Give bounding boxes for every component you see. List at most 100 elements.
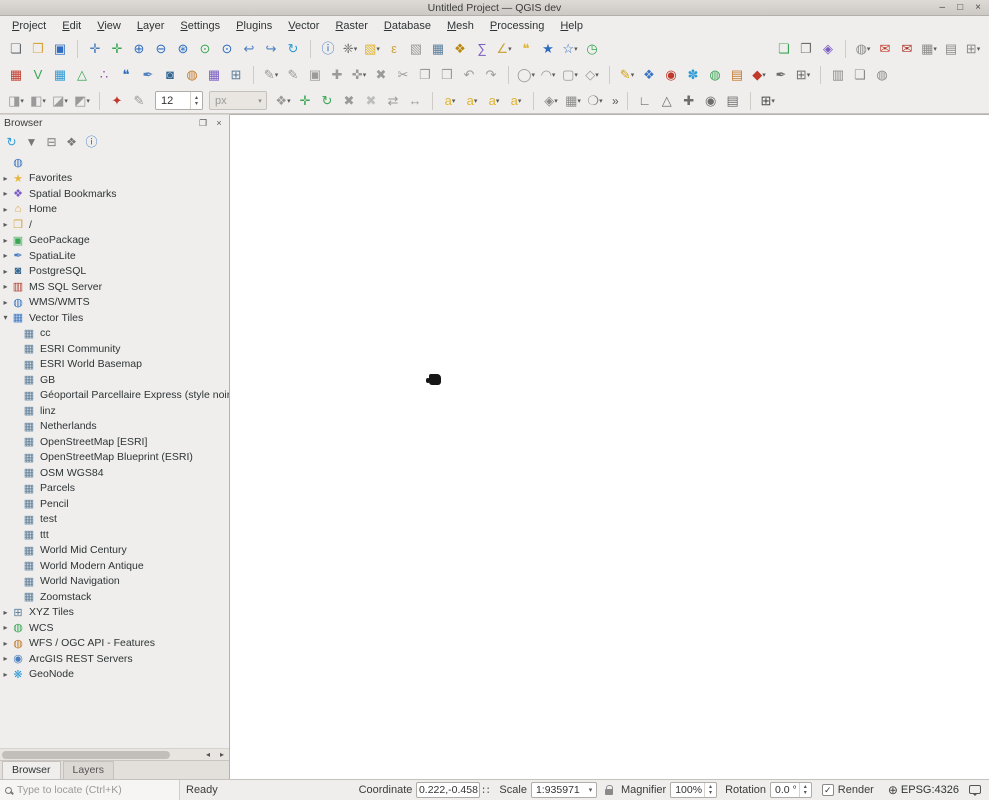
- pin-tool-dropdown-icon[interactable]: ▾: [762, 71, 766, 79]
- zoom-to-selection-button[interactable]: ⊙: [194, 38, 216, 60]
- tree-item-parcels[interactable]: ▦Parcels: [0, 481, 229, 497]
- show-bookmarks-dropdown-icon[interactable]: ▾: [574, 45, 578, 53]
- tree-item-arcgis-rest-servers[interactable]: ▸◉ArcGIS REST Servers: [0, 651, 229, 667]
- expand-arrow-icon[interactable]: ▸: [0, 220, 11, 229]
- forms-tool-button[interactable]: ▤: [726, 64, 748, 86]
- zoom-to-layer-button[interactable]: ⊙: [216, 38, 238, 60]
- tree-item-world-navigation[interactable]: ▦World Navigation: [0, 574, 229, 590]
- menu-processing[interactable]: Processing: [482, 17, 552, 35]
- scrollbar-thumb[interactable]: [2, 751, 170, 759]
- menu-plugins[interactable]: Plugins: [228, 17, 280, 35]
- move-label-button[interactable]: ✛: [294, 90, 316, 112]
- tab-browser[interactable]: Browser: [2, 761, 61, 779]
- copy-style-button[interactable]: ◪▾: [49, 90, 71, 112]
- vertex-tool-dropdown-icon[interactable]: ▾: [363, 71, 367, 79]
- plugin-grid-button[interactable]: ▦▾: [918, 38, 940, 60]
- label-show-hide-dropdown-icon[interactable]: ▾: [474, 97, 478, 105]
- expand-arrow-icon[interactable]: ▾: [0, 313, 11, 322]
- tree-item-g-oportail-parcellaire-express-style-noir[interactable]: ▦Géoportail Parcellaire Express (style n…: [0, 388, 229, 404]
- font-size-spin-arrows[interactable]: ▴▾: [190, 92, 202, 109]
- attributes-grid-button[interactable]: ▦▾: [562, 90, 584, 112]
- deselect-all-button[interactable]: ▧: [405, 38, 427, 60]
- tree-item-spatial-bookmarks[interactable]: ▸❖Spatial Bookmarks: [0, 186, 229, 202]
- label-pin-dropdown-icon[interactable]: ▾: [452, 97, 456, 105]
- layout-manager-button[interactable]: ❐: [795, 38, 817, 60]
- toolbar-overflow-button[interactable]: »: [608, 94, 623, 108]
- attributes-grid-dropdown-icon[interactable]: ▾: [577, 97, 581, 105]
- paste-features-button[interactable]: ❒: [436, 64, 458, 86]
- magnifier-spin[interactable]: 100% ▴▾: [670, 782, 717, 798]
- digitize-curve-button[interactable]: ◠▾: [537, 64, 559, 86]
- tree-item-geonode[interactable]: ▸❋GeoNode: [0, 667, 229, 683]
- pin-tool-button[interactable]: ◆▾: [748, 64, 770, 86]
- map-theme-dropdown-icon[interactable]: ▾: [771, 97, 775, 105]
- float-panel-button[interactable]: ❐: [197, 118, 209, 129]
- cut-features-button[interactable]: ✂: [392, 64, 414, 86]
- add-feature-button[interactable]: ✚: [326, 64, 348, 86]
- expand-arrow-icon[interactable]: ▸: [0, 654, 11, 663]
- tree-item-wms-wmts[interactable]: ▸◍WMS/WMTS: [0, 295, 229, 311]
- add-vector-tile-layer-button[interactable]: ▦: [203, 64, 225, 86]
- show-bookmarks-button[interactable]: ☆▾: [559, 38, 581, 60]
- cad-plus-button[interactable]: ✚: [678, 90, 700, 112]
- label-properties-button[interactable]: a▾: [505, 90, 527, 112]
- add-delimited-text-layer-button[interactable]: ❝: [115, 64, 137, 86]
- new-print-layout-button[interactable]: ❏: [773, 38, 795, 60]
- scroll-left-icon[interactable]: ◂: [201, 750, 215, 759]
- digitize-rectangle-dropdown-icon[interactable]: ▾: [574, 71, 578, 79]
- diagram-pin-button[interactable]: ◈▾: [540, 90, 562, 112]
- toggle-editing-button[interactable]: ✎: [282, 64, 304, 86]
- label-move-rotate-dropdown-icon[interactable]: ▾: [496, 97, 500, 105]
- expand-arrow-icon[interactable]: ▸: [0, 205, 11, 214]
- cad-construction-button[interactable]: ∟: [634, 90, 656, 112]
- plugin-geocode-button[interactable]: ◍▾: [852, 38, 874, 60]
- refresh-map-button[interactable]: ↻: [282, 38, 304, 60]
- add-vector-layer-button[interactable]: V: [27, 64, 49, 86]
- misc-page-button[interactable]: ❏: [849, 64, 871, 86]
- highlight-labels-button[interactable]: ✦: [106, 90, 128, 112]
- run-feature-action-dropdown-icon[interactable]: ▾: [354, 45, 358, 53]
- tree-item-zoomstack[interactable]: ▦Zoomstack: [0, 589, 229, 605]
- delete-selected-button[interactable]: ✖: [370, 64, 392, 86]
- plugin-tools-dropdown-icon[interactable]: ▾: [977, 45, 981, 53]
- processing-toolbox-button[interactable]: ❖: [638, 64, 660, 86]
- tree-item-ttt[interactable]: ▦ttt: [0, 527, 229, 543]
- rotate-label-button[interactable]: ↻: [316, 90, 338, 112]
- label-pin-button[interactable]: a▾: [439, 90, 461, 112]
- redo-button[interactable]: ↷: [480, 64, 502, 86]
- unplace-label-button[interactable]: ✖: [338, 90, 360, 112]
- digitize-regular-polygon-button[interactable]: ◇▾: [581, 64, 603, 86]
- statistical-summary-button[interactable]: ∑: [471, 38, 493, 60]
- misc-panel-button[interactable]: ▥: [827, 64, 849, 86]
- map-theme-button[interactable]: ⊞▾: [757, 90, 779, 112]
- digitize-circle-button[interactable]: ◯▾: [515, 64, 537, 86]
- tree-item-esri-community[interactable]: ▦ESRI Community: [0, 341, 229, 357]
- plugin-geocode-dropdown-icon[interactable]: ▾: [867, 45, 871, 53]
- zoom-full-button[interactable]: ⊛: [172, 38, 194, 60]
- messages-icon[interactable]: [969, 785, 981, 794]
- rotation-spin[interactable]: 0.0 ° ▴▾: [770, 782, 812, 798]
- swap-tool-button[interactable]: ⇄: [382, 90, 404, 112]
- add-postgis-layer-button[interactable]: ◙: [159, 64, 181, 86]
- font-size-spin[interactable]: 12▴▾: [155, 91, 203, 110]
- osm-tools-button[interactable]: ◍: [704, 64, 726, 86]
- label-show-hide-button[interactable]: a▾: [461, 90, 483, 112]
- plugin-mail-export-button[interactable]: ✉: [874, 38, 896, 60]
- annotation-tool-button[interactable]: ✎▾: [616, 64, 638, 86]
- grid-tool-button[interactable]: ⊞▾: [792, 64, 814, 86]
- font-unit-combo[interactable]: px▾: [209, 91, 267, 110]
- locator-input[interactable]: [17, 784, 174, 796]
- stretch-tool-button[interactable]: ↔: [404, 90, 426, 112]
- add-wms-layer-button[interactable]: ◍: [181, 64, 203, 86]
- plugin-manager-button[interactable]: ✽: [682, 64, 704, 86]
- menu-project[interactable]: Project: [4, 17, 54, 35]
- crs-icon[interactable]: ⊕: [888, 783, 898, 797]
- maximize-button[interactable]: □: [957, 0, 963, 16]
- tree-item-pencil[interactable]: ▦Pencil: [0, 496, 229, 512]
- digitize-circle-dropdown-icon[interactable]: ▾: [532, 71, 536, 79]
- tree-item-wfs-ogc-api-features[interactable]: ▸◍WFS / OGC API - Features: [0, 636, 229, 652]
- callouts-tool-button[interactable]: ❍▾: [584, 90, 606, 112]
- tree-item-world-modern-antique[interactable]: ▦World Modern Antique: [0, 558, 229, 574]
- restore-label-button[interactable]: ✖: [360, 90, 382, 112]
- grid-tool-dropdown-icon[interactable]: ▾: [807, 71, 811, 79]
